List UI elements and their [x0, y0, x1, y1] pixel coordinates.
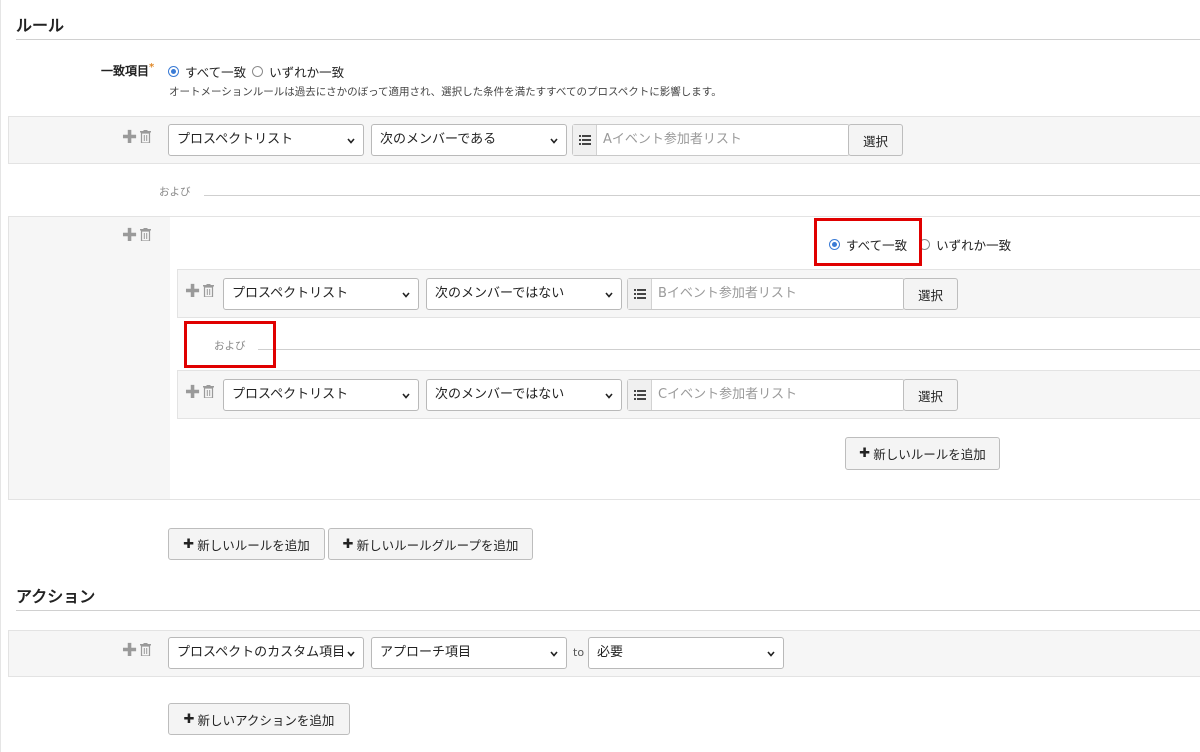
rule-1-list-input[interactable]: Aイベント参加者リスト	[572, 124, 850, 156]
rule-group-body	[170, 217, 1200, 499]
rules-section-divider	[16, 39, 1200, 40]
match-all-radio[interactable]	[168, 66, 179, 77]
action-1-field-value: アプローチ項目	[380, 645, 472, 660]
required-mark: *	[149, 62, 155, 73]
rule-row-1-tools: ✚	[122, 128, 152, 147]
rule-group-tools: ✚	[122, 226, 152, 245]
action-1-field-select[interactable]: アプローチ項目	[371, 637, 567, 669]
trash-icon[interactable]	[203, 282, 215, 301]
add-action-label: 新しいアクションを追加	[197, 712, 335, 728]
group-rule-2-tools: ✚	[185, 383, 215, 402]
add-rule-group-label: 新しいルールグループを追加	[356, 537, 519, 553]
add-icon[interactable]: ✚	[122, 128, 137, 146]
group-rule-1-operator-select[interactable]: 次のメンバーではない	[426, 278, 622, 310]
trash-icon[interactable]	[203, 383, 215, 402]
plus-icon: ✚	[183, 536, 195, 552]
group-rule-1-operator-value: 次のメンバーではない	[435, 286, 565, 301]
rule-1-operator-select[interactable]: 次のメンバーである	[371, 124, 567, 156]
retroactive-note: オートメーションルールは過去にさかのぼって適用され、選択した条件を満たすすべての…	[169, 86, 722, 98]
group-rule-2-list-input[interactable]: Cイベント参加者リスト	[627, 379, 905, 411]
add-action-button[interactable]: ✚ 新しいアクションを追加	[168, 703, 350, 735]
actions-section-title: アクション	[16, 587, 96, 606]
action-1-type-select[interactable]: プロスペクトのカスタム項目	[168, 637, 364, 669]
add-rule-group-button[interactable]: ✚ 新しいルールグループを追加	[328, 528, 533, 560]
list-icon	[628, 380, 652, 410]
add-icon[interactable]: ✚	[122, 226, 137, 244]
group-rule-1-field-value: プロスペクトリスト	[232, 286, 349, 301]
action-row-1-tools: ✚	[122, 641, 152, 660]
trash-icon[interactable]	[140, 128, 152, 147]
match-any-option[interactable]: いずれか一致	[252, 62, 344, 81]
group-rule-2-operator-value: 次のメンバーではない	[435, 387, 565, 402]
action-1-to-label: to	[573, 646, 585, 659]
highlight-box-and	[184, 321, 276, 368]
chevron-down-icon	[550, 138, 558, 144]
plus-icon: ✚	[183, 711, 195, 727]
chevron-down-icon	[402, 292, 410, 298]
match-all-option[interactable]: すべて一致	[168, 62, 246, 81]
action-1-value-select[interactable]: 必要	[588, 637, 784, 669]
chevron-down-icon	[767, 651, 775, 657]
match-radio-group: すべて一致 いずれか一致	[168, 62, 350, 81]
group-match-any-option[interactable]: いずれか一致	[919, 235, 1011, 254]
chevron-down-icon	[605, 292, 613, 298]
group-match-any-label: いずれか一致	[936, 238, 1012, 253]
rule-1-operator-value: 次のメンバーである	[380, 132, 497, 147]
and-separator-label: および	[159, 186, 191, 198]
add-icon[interactable]: ✚	[122, 641, 137, 659]
plus-icon: ✚	[342, 536, 354, 552]
chevron-down-icon	[402, 393, 410, 399]
chevron-down-icon	[605, 393, 613, 399]
group-rule-1-list-placeholder: Bイベント参加者リスト	[658, 286, 797, 301]
group-rule-2-field-select[interactable]: プロスペクトリスト	[223, 379, 419, 411]
rule-1-field-select[interactable]: プロスペクトリスト	[168, 124, 364, 156]
match-all-label: すべて一致	[185, 65, 247, 80]
group-add-rule-button[interactable]: ✚ 新しいルールを追加	[845, 437, 1000, 470]
group-rule-2-list-placeholder: Cイベント参加者リスト	[658, 387, 798, 402]
action-1-type-value: プロスペクトのカスタム項目	[177, 645, 346, 660]
chevron-down-icon	[347, 138, 355, 144]
add-rule-label: 新しいルールを追加	[197, 537, 310, 553]
and-separator-line	[204, 195, 1200, 196]
group-add-rule-label: 新しいルールを追加	[873, 447, 986, 462]
list-icon	[573, 125, 597, 155]
group-rule-1-list-input[interactable]: Bイベント参加者リスト	[627, 278, 905, 310]
rule-1-list-placeholder: Aイベント参加者リスト	[603, 132, 742, 147]
group-rule-1-tools: ✚	[185, 282, 215, 301]
group-rule-2-operator-select[interactable]: 次のメンバーではない	[426, 379, 622, 411]
rule-1-select-button[interactable]: 選択	[848, 124, 903, 156]
add-icon[interactable]: ✚	[185, 282, 200, 300]
chevron-down-icon	[550, 651, 558, 657]
rule-1-field-value: プロスペクトリスト	[177, 132, 294, 147]
rules-section-title: ルール	[16, 16, 65, 35]
list-icon	[628, 279, 652, 309]
match-label: 一致項目*	[101, 62, 154, 79]
add-icon[interactable]: ✚	[185, 383, 200, 401]
group-rule-2-select-button[interactable]: 選択	[903, 379, 958, 411]
page-left-border	[0, 0, 1, 752]
action-1-value-text: 必要	[597, 645, 624, 660]
highlight-box-match-all	[814, 218, 922, 266]
plus-icon: ✚	[859, 446, 871, 461]
group-rule-1-field-select[interactable]: プロスペクトリスト	[223, 278, 419, 310]
group-rule-1-select-button[interactable]: 選択	[903, 278, 958, 310]
trash-icon[interactable]	[140, 226, 152, 245]
trash-icon[interactable]	[140, 641, 152, 660]
match-any-label: いずれか一致	[269, 65, 345, 80]
match-label-text: 一致項目	[101, 64, 150, 78]
actions-section-divider	[16, 610, 1200, 611]
chevron-down-icon	[347, 651, 355, 657]
match-any-radio[interactable]	[252, 66, 264, 77]
group-rule-2-field-value: プロスペクトリスト	[232, 387, 349, 402]
group-and-separator-line	[258, 349, 1200, 350]
add-rule-button[interactable]: ✚ 新しいルールを追加	[168, 528, 325, 560]
